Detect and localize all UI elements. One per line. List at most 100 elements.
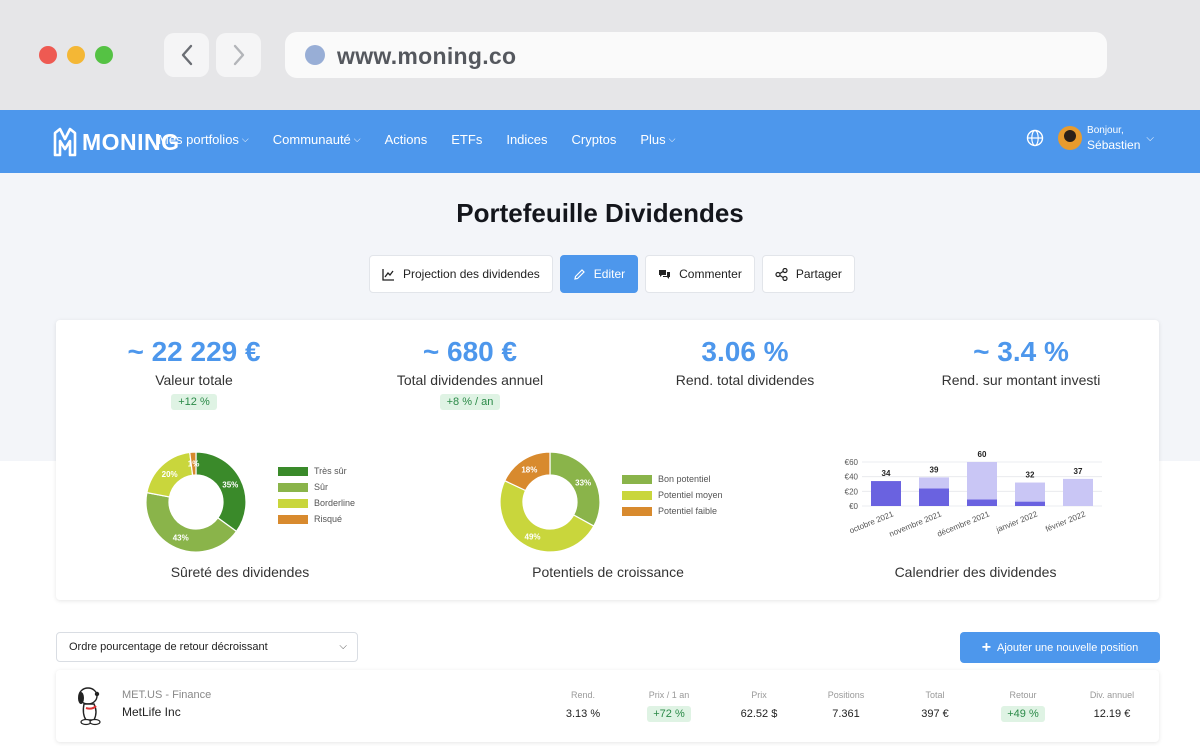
legend-swatch [278, 482, 308, 492]
slice-label: 49% [525, 532, 541, 541]
legend-item[interactable]: Borderline [278, 498, 355, 508]
legend-item[interactable]: Bon potentiel [622, 474, 723, 484]
bar-segment[interactable] [1015, 501, 1045, 506]
col-total: Total 397 € [890, 690, 980, 722]
minimize-window-button[interactable] [67, 46, 85, 64]
comment-button[interactable]: Commenter [645, 255, 755, 293]
address-bar[interactable]: www.moning.co [285, 32, 1107, 78]
user-menu[interactable]: Bonjour, Sébastien [1087, 124, 1140, 152]
bar-segment[interactable] [1063, 478, 1093, 506]
pencil-icon [574, 268, 585, 280]
legend-swatch [622, 506, 652, 516]
position-name: MetLife Inc [122, 705, 181, 719]
avatar[interactable] [1058, 126, 1083, 150]
col-header: Retour [1009, 690, 1037, 700]
chart-title: Sûreté des dividendes [170, 564, 310, 580]
x-tick-label: décembre 2021 [936, 509, 991, 538]
nav-label: Indices [506, 132, 548, 147]
bar-segment[interactable] [871, 481, 901, 506]
dividend-safety-legend: Très sûr Sûr Borderline Risqué [278, 466, 355, 530]
chevron-down-icon: ⌵ [339, 641, 347, 652]
sort-select-value: Ordre pourcentage de retour décroissant [69, 641, 268, 653]
language-globe-icon[interactable] [1026, 129, 1044, 147]
col-header: Positions [827, 690, 865, 700]
stat-total-value: ~ 22 229 € Valeur totale +12 % [56, 336, 332, 410]
col-header: Div. annuel [1089, 690, 1135, 700]
legend-swatch [622, 474, 652, 484]
chevron-down-icon[interactable]: ⌵ [1146, 133, 1154, 144]
col-value: 397 € [921, 708, 949, 720]
chevron-down-icon: ⌵ [241, 134, 249, 144]
legend-item[interactable]: Potentiel faible [622, 506, 723, 516]
chevron-down-icon: ⌵ [668, 134, 676, 144]
legend-swatch [278, 498, 308, 508]
col-header: Total [925, 690, 945, 700]
nav-etfs[interactable]: ETFs [451, 132, 482, 147]
slice-label: 35% [222, 481, 238, 490]
bar-segment[interactable] [919, 477, 949, 489]
nav-indices[interactable]: Indices [506, 132, 547, 147]
nav-label: Cryptos [571, 132, 617, 147]
main-menu: Mes portfolios ⌵ Communauté ⌵ Actions ETFs… [158, 132, 699, 147]
bar-segment[interactable] [919, 488, 949, 506]
position-row[interactable]: MET.US - Finance MetLife Inc Rend. 3.13 … [56, 670, 1159, 742]
add-position-button[interactable]: + Ajouter une nouvelle position [960, 632, 1160, 663]
back-button[interactable] [164, 33, 209, 77]
close-window-button[interactable] [39, 46, 57, 64]
legend-item[interactable]: Potentiel moyen [622, 490, 723, 500]
col-value: 3.13 % [565, 708, 601, 720]
url-text: www.moning.co [337, 43, 517, 69]
projection-button[interactable]: Projection des dividendes [369, 255, 553, 293]
col-annual-dividend: Div. annuel 12.19 € [1067, 690, 1157, 722]
forward-button[interactable] [216, 33, 261, 77]
nav-plus[interactable]: Plus ⌵ [640, 132, 675, 147]
edit-label: Editer [593, 267, 626, 281]
site-icon [305, 45, 325, 65]
nav-communaute[interactable]: Communauté ⌵ [273, 132, 361, 147]
legend-item[interactable]: Très sûr [278, 466, 355, 476]
moning-logo-icon [53, 127, 77, 157]
x-tick-label: février 2022 [1044, 509, 1087, 533]
chart-dividend-safety: 35% 43% 20% 1% Très sûr Sûr Borderline Risqué … [56, 428, 424, 600]
stat-annual-dividends: ~ 680 € Total dividendes annuel +8 % / a… [332, 336, 608, 410]
projection-label: Projection des dividendes [403, 267, 540, 281]
chart-title: Calendrier des dividendes [894, 564, 1057, 580]
nav-actions[interactable]: Actions [385, 132, 428, 147]
bar-segment[interactable] [967, 499, 997, 506]
share-button[interactable]: Partager [761, 255, 855, 293]
x-tick-label: novembre 2021 [888, 509, 943, 538]
edit-button[interactable]: Editer [559, 255, 639, 293]
bar-segment[interactable] [967, 462, 997, 500]
line-chart-icon [382, 268, 394, 281]
donut-slice[interactable] [549, 451, 601, 527]
col-header: Rend. [570, 690, 596, 700]
sort-select[interactable]: Ordre pourcentage de retour décroissant … [56, 632, 358, 662]
legend-item[interactable]: Risqué [278, 514, 355, 524]
bar-total-label: 34 [882, 469, 891, 478]
slice-label: 43% [173, 533, 189, 542]
stat-value: ~ 3.4 % [973, 336, 1069, 367]
chevron-right-icon [233, 44, 244, 66]
legend-item[interactable]: Sûr [278, 482, 355, 492]
chart-dividend-calendar: €0 €20 €40 €60 34 octobre 2021 39 novembre 2021… [792, 428, 1159, 600]
col-value: 62.52 $ [740, 708, 778, 720]
share-icon [775, 267, 788, 281]
legend-swatch [278, 466, 308, 476]
stat-label: Rend. total dividendes [675, 372, 815, 388]
nav-cryptos[interactable]: Cryptos [572, 132, 617, 147]
bar-total-label: 32 [1026, 471, 1035, 480]
dividend-safety-donut: 35% 43% 20% 1% [145, 451, 247, 553]
col-header: Prix / 1 an [648, 690, 690, 700]
chevron-down-icon: ⌵ [353, 134, 361, 144]
legend-label: Potentiel moyen [658, 490, 723, 500]
stat-badge: +8 % / an [439, 394, 501, 410]
dividend-calendar-bars: €0€20€40€6034octobre 202139novembre 2021… [845, 450, 1102, 539]
nav-label: Communauté [272, 132, 351, 147]
maximize-window-button[interactable] [95, 46, 113, 64]
chart-title: Potentiels de croissance [532, 564, 684, 580]
stat-label: Valeur totale [155, 372, 233, 388]
legend-label: Très sûr [314, 466, 347, 476]
col-header: Prix [751, 690, 767, 700]
nav-mes-portfolios[interactable]: Mes portfolios ⌵ [158, 132, 249, 147]
bar-segment[interactable] [1015, 482, 1045, 502]
